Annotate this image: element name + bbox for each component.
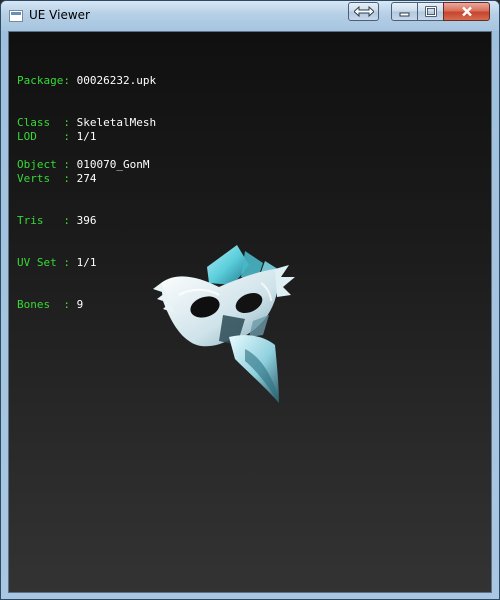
info-row-verts: Verts : 274 <box>17 172 96 186</box>
minimize-button[interactable] <box>391 2 418 21</box>
tris-label: Tris : <box>17 214 70 227</box>
maximize-button[interactable] <box>417 2 444 21</box>
package-value: 00026232.upk <box>76 74 157 87</box>
title-bar[interactable]: UE Viewer <box>1 1 499 31</box>
maximize-icon <box>424 6 437 17</box>
close-button[interactable] <box>443 2 490 21</box>
bones-value: 9 <box>76 298 84 311</box>
window-title: UE Viewer <box>29 8 90 22</box>
lod-label: LOD : <box>17 130 70 143</box>
tris-value: 396 <box>76 214 97 227</box>
info-row-uvset: UV Set : 1/1 <box>17 256 96 270</box>
uvset-value: 1/1 <box>76 256 97 269</box>
close-icon <box>461 6 472 17</box>
verts-value: 274 <box>76 172 97 185</box>
info-row-bones: Bones : 9 <box>17 298 96 312</box>
mask-mesh-render <box>153 245 295 403</box>
minimize-icon <box>399 12 410 16</box>
app-window-icon <box>9 10 23 22</box>
info-row-lod: LOD : 1/1 <box>17 130 96 144</box>
fullscreen-arrows-icon <box>353 6 374 17</box>
lod-value: 1/1 <box>76 130 97 143</box>
verts-label: Verts : <box>17 172 70 185</box>
mesh-stats: LOD : 1/1 Verts : 274 Tris : 396 UV Set … <box>17 102 96 340</box>
mesh-viewport[interactable]: Package: 00026232.upk Class : SkeletalMe… <box>8 31 492 593</box>
bones-label: Bones : <box>17 298 70 311</box>
uvset-label: UV Set : <box>17 256 70 269</box>
package-label: Package: <box>17 74 70 87</box>
info-row-package: Package: 00026232.upk <box>17 74 156 88</box>
app-window: UE Viewer Package: 00026232.upk Class: … <box>0 0 500 600</box>
fullscreen-button[interactable] <box>348 2 379 21</box>
info-row-tris: Tris : 396 <box>17 214 96 228</box>
